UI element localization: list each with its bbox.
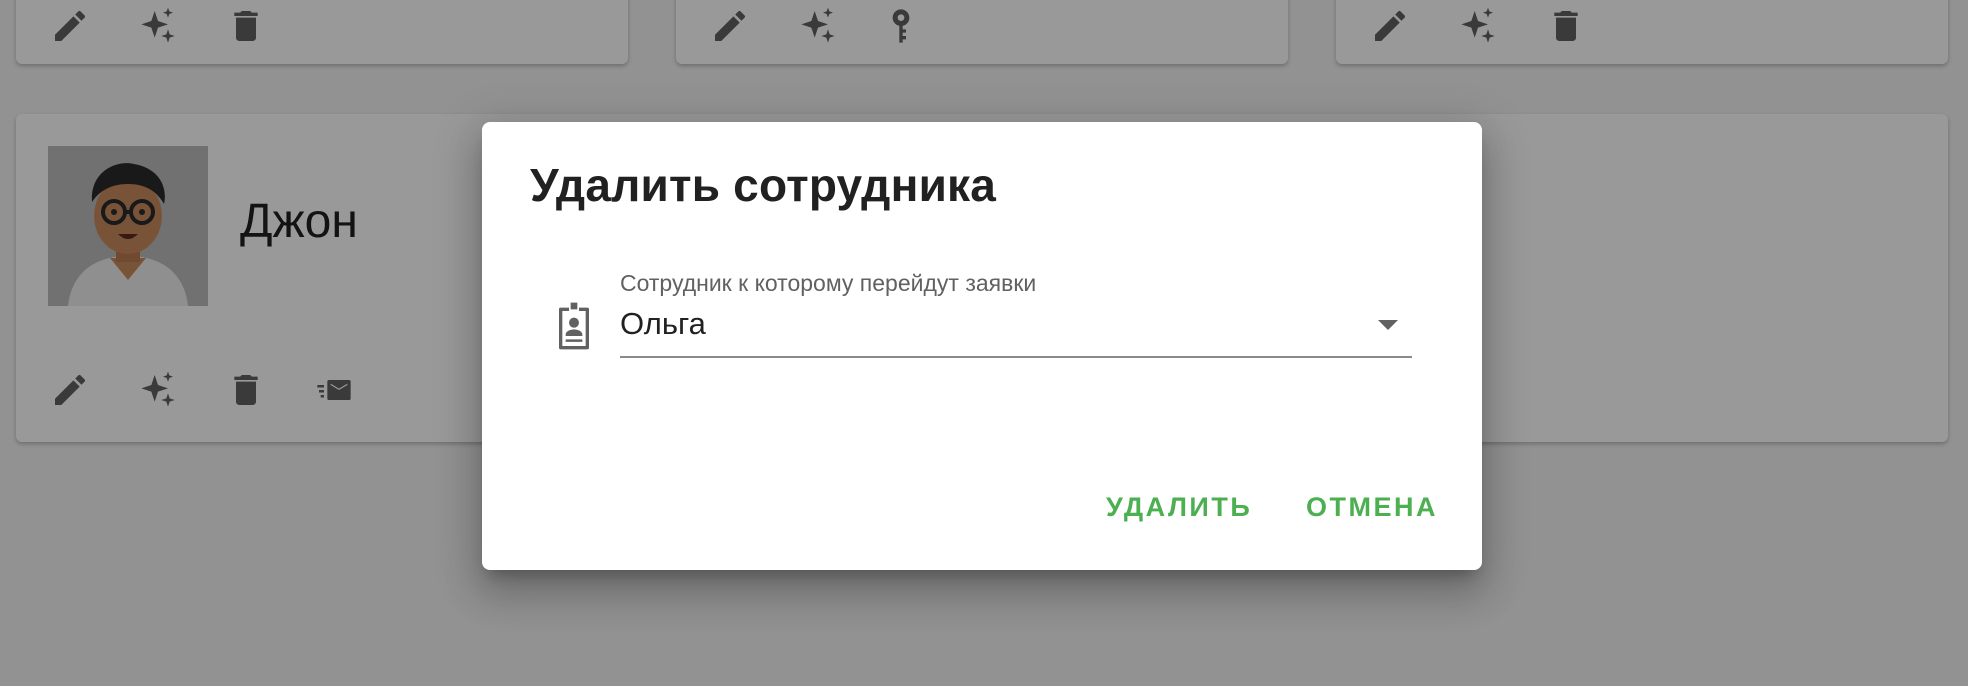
- delete-employee-dialog: Удалить сотрудника Сотрудник к которому …: [482, 122, 1482, 570]
- delete-button[interactable]: Удалить: [1106, 492, 1252, 523]
- cancel-button[interactable]: Отмена: [1306, 492, 1438, 523]
- employee-select[interactable]: Сотрудник к которому перейдут заявки Оль…: [620, 270, 1412, 382]
- field-label: Сотрудник к которому перейдут заявки: [620, 270, 1037, 296]
- badge-icon: [554, 302, 594, 350]
- dialog-title: Удалить сотрудника: [530, 159, 997, 211]
- page: Джон Удалить сотрудника Сотрудник к кото…: [0, 0, 1968, 686]
- dropdown-arrow-icon[interactable]: [1378, 320, 1398, 330]
- field-value: Ольга: [620, 306, 706, 341]
- field-underline: [620, 356, 1412, 358]
